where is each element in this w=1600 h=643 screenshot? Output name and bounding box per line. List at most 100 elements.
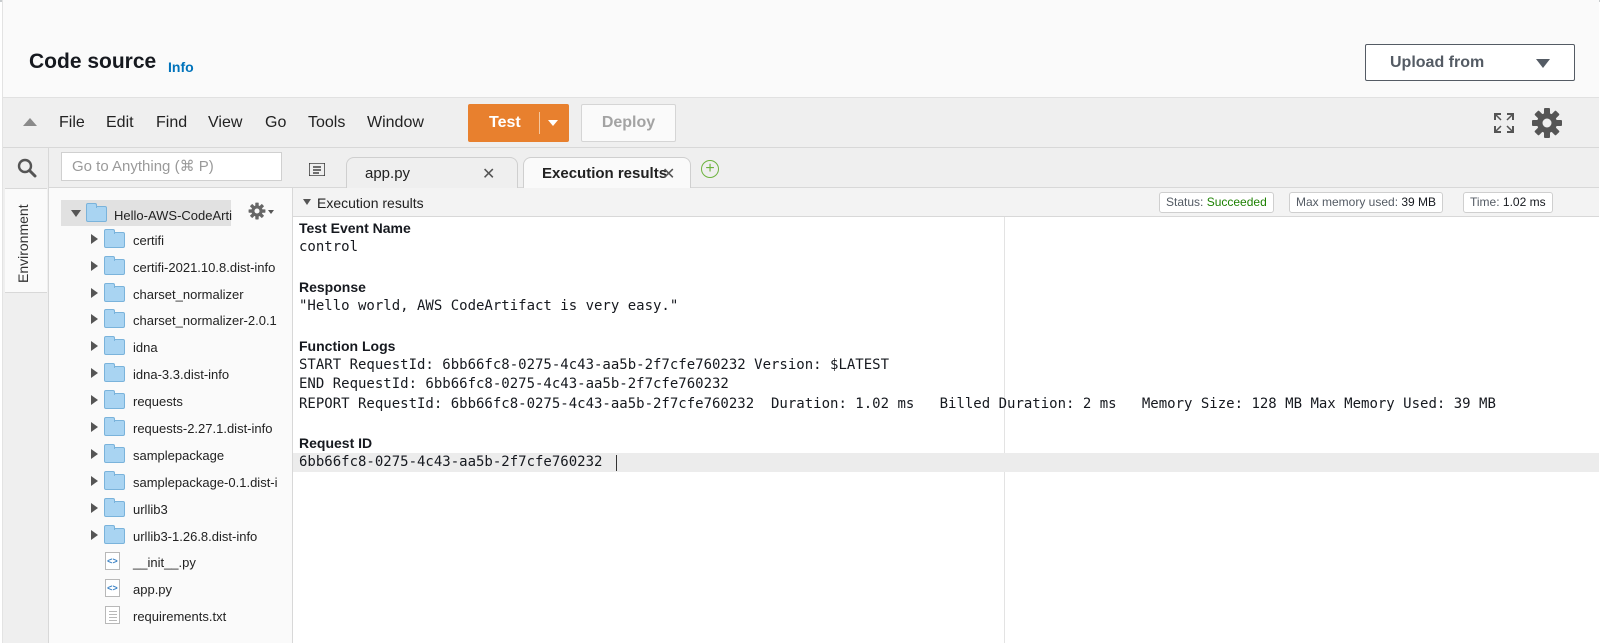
time-label: Time: — [1470, 195, 1500, 209]
request-id-title: Request ID — [299, 435, 373, 451]
menu-tools[interactable]: Tools — [308, 114, 345, 132]
memory-label: Max memory used: — [1296, 195, 1399, 209]
tree-folder-label: samplepackage-0.1.dist-i — [133, 475, 278, 490]
python-file-icon: <> — [105, 579, 120, 597]
menu-edit[interactable]: Edit — [106, 114, 134, 132]
collapsed-arrow-icon[interactable] — [91, 234, 98, 244]
menu-view[interactable]: View — [208, 114, 242, 132]
collapsed-arrow-icon[interactable] — [91, 422, 98, 432]
environment-tab[interactable]: Environment — [5, 188, 47, 293]
folder-icon — [104, 229, 125, 248]
menu-file[interactable]: File — [59, 114, 85, 132]
folder-icon — [104, 363, 125, 382]
folder-icon — [104, 336, 125, 355]
execution-results-body: Test Event Name control Response "Hello … — [293, 217, 1599, 643]
log-line: END RequestId: 6bb66fc8-0275-4c43-aa5b-2… — [299, 376, 729, 392]
menu-find[interactable]: Find — [156, 114, 187, 132]
folder-icon — [104, 444, 125, 463]
test-button[interactable]: Test — [468, 104, 569, 142]
expand-arrow-icon[interactable] — [71, 210, 81, 217]
log-line: REPORT RequestId: 6bb66fc8-0275-4c43-aa5… — [299, 396, 1496, 412]
menu-window[interactable]: Window — [367, 114, 424, 132]
goto-anything-bar — [49, 148, 293, 188]
collapsed-arrow-icon[interactable] — [91, 530, 98, 540]
tab-label: Execution results — [542, 165, 668, 182]
tree-folder-label: urllib3 — [133, 502, 168, 517]
tree-file-label: app.py — [133, 582, 173, 597]
collapsed-arrow-icon[interactable] — [91, 341, 98, 351]
deploy-button[interactable]: Deploy — [581, 104, 676, 142]
tree-file-label: __init__.py — [133, 555, 196, 570]
folder-icon — [104, 283, 125, 302]
python-file-icon: <> — [105, 552, 120, 570]
tree-folder-label: urllib3-1.26.8.dist-info — [133, 529, 258, 544]
tab-app-py[interactable]: app.py ✕ — [346, 157, 518, 188]
folder-icon — [104, 471, 125, 490]
tree-folder-label: idna-3.3.dist-info — [133, 367, 230, 382]
tree-folder-label: certifi-2021.10.8.dist-info — [133, 260, 276, 275]
collapsed-arrow-icon[interactable] — [91, 395, 98, 405]
execution-results-header: Execution results Status: Succeeded Max … — [293, 188, 1599, 217]
text-cursor — [616, 455, 617, 471]
test-event-name-title: Test Event Name — [299, 220, 411, 236]
test-button-label: Test — [489, 114, 521, 131]
tree-folder-label: requests-2.27.1.dist-info — [133, 421, 273, 436]
tree-folder-label: samplepackage — [133, 448, 225, 463]
tree-folder-label: requests — [133, 394, 183, 409]
collapse-arrow-icon[interactable] — [303, 199, 311, 205]
tab-list-icon[interactable] — [309, 163, 325, 176]
folder-icon — [104, 390, 125, 409]
close-icon[interactable]: ✕ — [662, 164, 675, 184]
settings-gear-icon[interactable] — [1531, 107, 1563, 139]
collapsed-arrow-icon[interactable] — [91, 476, 98, 486]
test-dropdown-icon[interactable] — [548, 120, 558, 126]
folder-icon — [104, 417, 125, 436]
tree-folder-label: idna — [133, 340, 158, 355]
upload-from-button[interactable]: Upload from — [1365, 44, 1575, 81]
add-tab-icon[interactable]: + — [701, 160, 719, 178]
tree-folder-label: charset_normalizer-2.0.1 — [133, 313, 277, 328]
file-tree: Hello-AWS-CodeArti certifi certifi-2021.… — [49, 188, 293, 643]
memory-badge: Max memory used: 39 MB — [1289, 192, 1444, 213]
tab-label: app.py — [365, 165, 411, 182]
fullscreen-icon[interactable] — [1493, 112, 1515, 134]
tree-file-label: requirements.txt — [133, 609, 227, 624]
search-icon[interactable] — [17, 158, 37, 178]
collapsed-arrow-icon[interactable] — [91, 503, 98, 513]
editor-tab-bar: app.py ✕ Execution results ✕ + — [293, 148, 1599, 188]
tab-execution-results[interactable]: Execution results ✕ — [523, 157, 691, 188]
request-id-value[interactable]: 6bb66fc8-0275-4c43-aa5b-2f7cfe760232 — [299, 454, 602, 470]
tree-folder-label: certifi — [133, 233, 165, 248]
upload-from-label: Upload from — [1390, 54, 1485, 71]
page-title: Code source — [29, 50, 157, 73]
status-value: Succeeded — [1206, 195, 1267, 209]
code-source-panel: Code source Info Upload from File Edit F… — [2, 0, 1599, 643]
menu-go[interactable]: Go — [265, 114, 286, 132]
caret-down-icon — [1536, 59, 1550, 68]
collapse-triangle-icon[interactable] — [23, 118, 37, 126]
collapsed-arrow-icon[interactable] — [91, 261, 98, 271]
test-event-name-value: control — [299, 239, 359, 255]
tree-gear-icon[interactable] — [248, 202, 266, 220]
folder-icon — [104, 256, 125, 275]
collapsed-arrow-icon[interactable] — [91, 368, 98, 378]
memory-value: 39 MB — [1401, 195, 1437, 209]
log-line: START RequestId: 6bb66fc8-0275-4c43-aa5b… — [299, 357, 890, 373]
time-value: 1.02 ms — [1502, 195, 1546, 209]
collapsed-arrow-icon[interactable] — [91, 314, 98, 324]
execution-results-title: Execution results — [317, 195, 424, 211]
close-icon[interactable]: ✕ — [482, 164, 495, 184]
time-badge: Time: 1.02 ms — [1463, 192, 1553, 213]
folder-icon — [104, 498, 125, 517]
function-logs-title: Function Logs — [299, 338, 396, 354]
tree-gear-caret-icon[interactable] — [268, 210, 274, 214]
collapsed-arrow-icon[interactable] — [91, 449, 98, 459]
folder-icon — [104, 309, 125, 328]
goto-anything-input[interactable] — [61, 152, 282, 181]
print-margin-line — [1004, 217, 1005, 643]
response-title: Response — [299, 279, 366, 295]
environment-tab-label: Environment — [15, 204, 31, 283]
collapsed-arrow-icon[interactable] — [91, 288, 98, 298]
info-link[interactable]: Info — [168, 59, 194, 75]
test-button-divider — [539, 112, 540, 134]
